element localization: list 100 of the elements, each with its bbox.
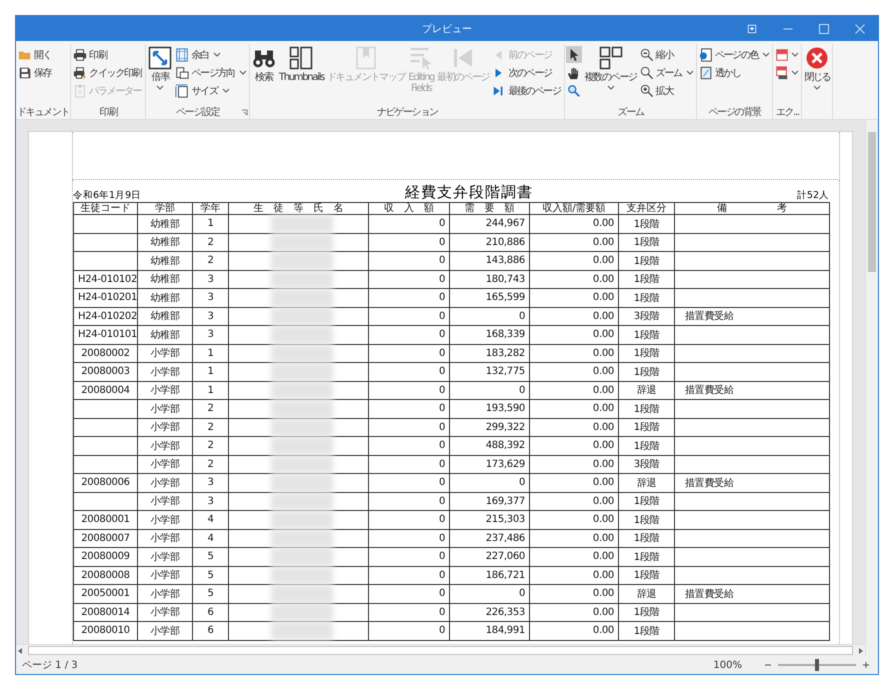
table-cell: 小学部 <box>138 529 192 548</box>
table-cell: 3 <box>192 492 228 510</box>
ribbon-button[interactable]: ページの色 <box>698 46 772 63</box>
ribbon-button[interactable]: 印刷 <box>72 46 144 63</box>
table-cell: 5 <box>192 584 228 603</box>
table-cell: 20080009 <box>74 548 138 566</box>
table-cell: 小学部 <box>138 362 192 381</box>
table-cell: 20080001 <box>74 510 138 529</box>
table-cell: 143,886 <box>450 252 530 270</box>
table-cell: 小学部 <box>138 400 192 418</box>
ribbon-button[interactable]: クイック印刷 <box>72 64 144 81</box>
table-cell: 2 <box>192 400 228 418</box>
table-cell: 6 <box>192 603 228 622</box>
table-cell: 1 <box>192 381 228 400</box>
table-cell: 215,303 <box>450 510 530 529</box>
ribbon-button[interactable]: 余白 <box>174 46 248 63</box>
table-cell: 0 <box>368 381 450 400</box>
ribbon-button[interactable]: 検索 <box>250 44 277 85</box>
table-cell: H24-010101 <box>74 326 138 344</box>
table-cell: 0.00 <box>530 529 618 548</box>
table-cell: 小学部 <box>138 584 192 603</box>
table-cell: 237,486 <box>450 529 530 548</box>
report-title: 経費支弁段階調書 <box>404 183 534 202</box>
table-cell: 0 <box>368 566 450 584</box>
table-cell: H24-010202 <box>74 307 138 326</box>
ribbon-button[interactable]: 保存 <box>17 64 54 81</box>
table-cell: 小学部 <box>138 548 192 566</box>
table-cell: 0 <box>450 381 530 400</box>
group-label: ナビゲーション <box>376 106 438 119</box>
table-cell: 辞退 <box>618 381 674 400</box>
table-cell: 165,599 <box>450 288 530 307</box>
table-cell: 20080007 <box>74 529 138 548</box>
table-cell: 20080008 <box>74 566 138 584</box>
table-cell: 0.00 <box>530 474 618 492</box>
table-cell: 1 <box>192 344 228 362</box>
table-cell: 0.00 <box>530 622 618 640</box>
table-cell: 小学部 <box>138 622 192 640</box>
table-cell: 3 <box>192 326 228 344</box>
group-label: ページの背景 <box>708 106 761 119</box>
table-cell: 4 <box>192 529 228 548</box>
table-cell: 0.00 <box>530 584 618 603</box>
table-cell: 辞退 <box>618 474 674 492</box>
ribbon-button[interactable]: サイズ <box>174 82 248 99</box>
table-cell: 3 <box>192 307 228 326</box>
table-cell: 0 <box>368 344 450 362</box>
table-cell: 1段階 <box>618 492 674 510</box>
table-cell: 幼稚部 <box>138 233 192 252</box>
table-cell: 措置費受給 <box>674 381 830 400</box>
table-cell: 0.00 <box>530 603 618 622</box>
table-cell: 2 <box>192 455 228 474</box>
table-cell: 1段階 <box>618 400 674 418</box>
ribbon-button[interactable]: 最後のページ <box>491 82 564 99</box>
table-cell: 小学部 <box>138 474 192 492</box>
table-cell: 3段階 <box>618 307 674 326</box>
ribbon-button[interactable]: 拡大 <box>638 82 695 99</box>
table-cell: 1 <box>192 214 228 233</box>
window-title: プレビュー <box>422 22 472 36</box>
table-cell: 0 <box>368 548 450 566</box>
group-label: ドキュメント <box>17 106 70 119</box>
table-cell: 0.00 <box>530 418 618 436</box>
table-cell: 183,282 <box>450 344 530 362</box>
ribbon-button[interactable]: 縮小 <box>638 46 695 63</box>
table-cell: 0 <box>368 288 450 307</box>
ribbon-button[interactable]: 開く <box>17 46 54 63</box>
table-cell: 0.00 <box>530 455 618 474</box>
ribbon-button[interactable]: Thumbnails <box>278 44 326 85</box>
table-cell: 0 <box>368 326 450 344</box>
table-cell: 1段階 <box>618 510 674 529</box>
table-cell: 小学部 <box>138 381 192 400</box>
table-cell: 0 <box>368 400 450 418</box>
column-header: 支弁区分 <box>618 202 674 214</box>
table-cell: 227,060 <box>450 548 530 566</box>
table-cell: 小学部 <box>138 344 192 362</box>
table-cell: 0 <box>368 622 450 640</box>
table-cell: 0.00 <box>530 307 618 326</box>
table-cell: 169,377 <box>450 492 530 510</box>
table-cell: 2 <box>192 436 228 455</box>
table-cell: 0.00 <box>530 566 618 584</box>
table-cell: 0.00 <box>530 381 618 400</box>
table-cell: 措置費受給 <box>674 307 830 326</box>
table-cell: 0.00 <box>530 492 618 510</box>
table-cell: 0.00 <box>530 326 618 344</box>
table-cell: 20080003 <box>74 362 138 381</box>
ribbon-button[interactable]: 次のページ <box>491 64 564 81</box>
ribbon-button[interactable]: 倍率 <box>147 44 174 92</box>
ribbon-button[interactable]: 閉じる <box>803 44 832 92</box>
ribbon-button[interactable]: ページ方向 <box>174 64 248 81</box>
table-cell: 20050001 <box>74 584 138 603</box>
table-cell: 132,775 <box>450 362 530 381</box>
table-cell: 6 <box>192 622 228 640</box>
ribbon-button[interactable]: ズーム <box>638 64 695 81</box>
table-cell: 0 <box>368 455 450 474</box>
table-cell: 2 <box>192 233 228 252</box>
ribbon-button[interactable]: 透かし <box>698 64 772 81</box>
table-cell: 0 <box>450 307 530 326</box>
table-cell: 1段階 <box>618 418 674 436</box>
table-cell: 186,721 <box>450 566 530 584</box>
table-cell: 幼稚部 <box>138 252 192 270</box>
table-cell: 3 <box>192 474 228 492</box>
ribbon-button[interactable]: 複数のページ <box>583 44 638 92</box>
